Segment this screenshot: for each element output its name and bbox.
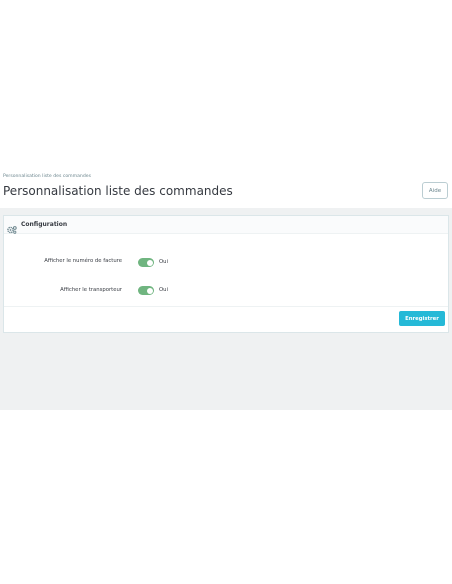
help-button[interactable]: Aide xyxy=(422,182,448,199)
card-title: Configuration xyxy=(21,221,68,228)
carrier-toggle[interactable] xyxy=(138,286,154,295)
save-button[interactable]: Enregistrer xyxy=(399,311,445,326)
row-label: Afficher le numéro de facture xyxy=(44,258,122,264)
breadcrumb[interactable]: Personnalisation liste des commandes xyxy=(3,174,91,179)
cogs-icon xyxy=(7,220,17,234)
page-header: Personnalisation liste des commandes Per… xyxy=(0,170,452,208)
row-carrier: Afficher le transporteur Oui xyxy=(4,285,448,305)
row-label: Afficher le transporteur xyxy=(60,287,122,293)
toggle-value-label: Oui xyxy=(159,259,168,265)
toggle-value-label: Oui xyxy=(159,287,168,293)
content-area: Configuration Afficher le numéro de fact… xyxy=(0,208,452,410)
invoice-number-toggle[interactable] xyxy=(138,258,154,267)
card-header: Configuration xyxy=(4,216,448,234)
configuration-card: Configuration Afficher le numéro de fact… xyxy=(3,215,449,333)
page-title: Personnalisation liste des commandes xyxy=(3,184,233,198)
row-invoice-number: Afficher le numéro de facture Oui xyxy=(4,256,448,276)
card-footer: Enregistrer xyxy=(4,306,448,332)
